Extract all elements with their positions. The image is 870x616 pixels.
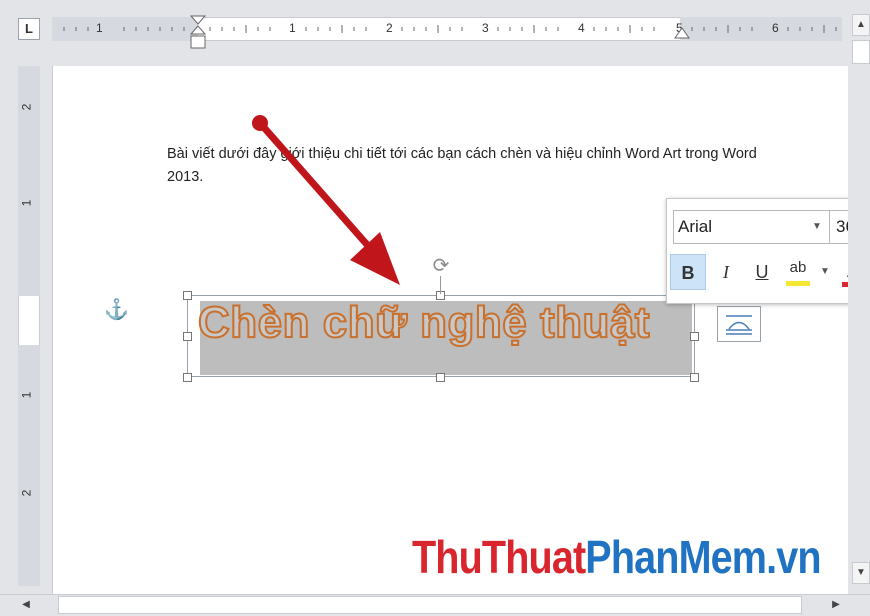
scroll-up-button[interactable]: ▲ — [852, 14, 870, 36]
ruler-number: 2 — [19, 489, 34, 497]
font-name-combobox[interactable]: Arial — [673, 210, 830, 244]
scroll-down-button[interactable]: ▼ — [852, 562, 870, 584]
scroll-right-button[interactable]: ▶ — [826, 597, 846, 613]
bold-button[interactable]: B — [670, 254, 706, 290]
ruler-number: 1 — [19, 391, 34, 399]
resize-handle-left[interactable] — [183, 332, 192, 341]
chevron-down-icon[interactable]: ▼ — [812, 221, 822, 232]
ruler-number: 2 — [386, 21, 393, 35]
red-arrow-annotation — [252, 115, 400, 285]
ruler-number: 4 — [578, 21, 585, 35]
rotate-handle-icon[interactable]: ⟳ — [430, 255, 452, 277]
ruler-number: 2 — [19, 103, 34, 111]
italic-button[interactable]: I — [708, 254, 744, 290]
watermark-logo: ThuThuatPhanMem.vn — [412, 530, 822, 584]
watermark-part1: ThuThuat — [412, 531, 586, 583]
resize-handle-bottom-right[interactable] — [690, 373, 699, 382]
layout-options-glyph — [726, 315, 752, 335]
vertical-scroll-thumb[interactable] — [852, 40, 870, 64]
highlight-color-bar — [786, 281, 810, 286]
ruler-ticks — [63, 25, 837, 33]
resize-handle-top-left[interactable] — [183, 291, 192, 300]
tab-selector-button[interactable]: L — [18, 18, 40, 40]
resize-handle-right[interactable] — [690, 332, 699, 341]
layout-options-icon[interactable] — [717, 306, 761, 342]
highlight-button[interactable]: ab — [780, 254, 816, 290]
font-name-value: Arial — [678, 217, 713, 236]
resize-handle-bottom[interactable] — [436, 373, 445, 382]
ruler-number: 1 — [289, 21, 296, 35]
wordart-selection-frame[interactable] — [187, 295, 695, 377]
ruler-number: 3 — [482, 21, 489, 35]
underline-button[interactable]: U — [744, 254, 780, 290]
rotate-stem — [440, 276, 441, 294]
anchor-icon[interactable]: ⚓ — [104, 297, 129, 322]
resize-handle-bottom-left[interactable] — [183, 373, 192, 382]
vertical-ruler-bottom-margin — [18, 345, 40, 586]
chevron-down-icon[interactable]: ▼ — [820, 266, 830, 277]
highlight-label: ab — [789, 259, 807, 276]
ruler-number: 1 — [19, 199, 34, 207]
scroll-left-button[interactable]: ◀ — [16, 597, 36, 613]
watermark-part2: PhanMem.vn — [585, 531, 821, 583]
vertical-ruler-top-margin — [18, 66, 40, 296]
ruler-number: 6 — [772, 21, 779, 35]
ruler-number: 1 — [96, 21, 103, 35]
horizontal-scroll-thumb[interactable] — [58, 596, 802, 614]
indent-marker-left[interactable] — [189, 14, 207, 52]
indent-marker-right[interactable] — [673, 26, 691, 42]
vertical-scrollbar[interactable] — [848, 8, 870, 598]
